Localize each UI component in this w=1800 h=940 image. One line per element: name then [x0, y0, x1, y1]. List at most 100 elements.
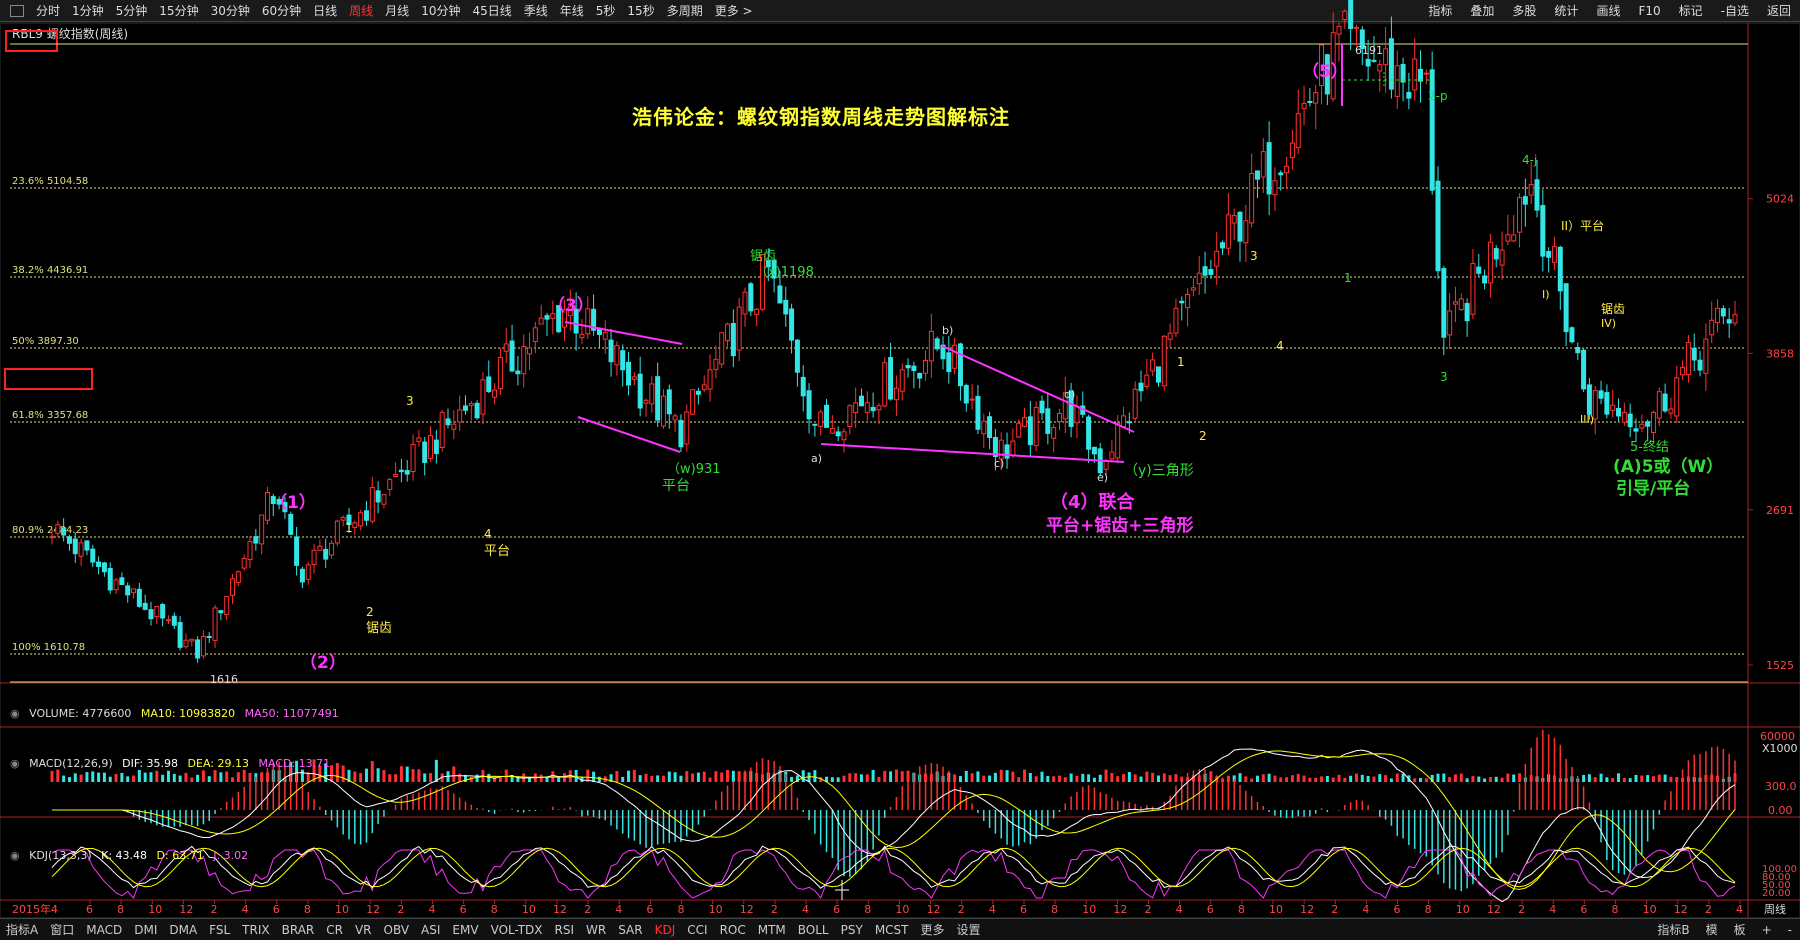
volume-bar [73, 773, 77, 782]
indicator-tab-0[interactable]: 指标A [0, 919, 44, 940]
volume-label: VOLUME: 4776600 [29, 707, 132, 720]
candle-body [259, 514, 265, 545]
candle-body [719, 332, 725, 365]
indicator-tab-5[interactable]: FSL [203, 919, 236, 940]
indicator-bar-item-1[interactable]: 模 [1698, 919, 1726, 940]
indicator-tab-7[interactable]: BRAR [276, 919, 321, 940]
candle-body [305, 564, 311, 580]
indicator-bar-item-4[interactable]: - [1780, 919, 1800, 940]
indicator-tab-9[interactable]: VR [349, 919, 378, 940]
collapse-icon[interactable]: ◉ [10, 757, 20, 770]
time-label-53: 4 [1736, 903, 1743, 916]
candle-body [1650, 411, 1656, 434]
indicator-tab-2[interactable]: MACD [80, 919, 128, 940]
volume-bar [1238, 773, 1242, 782]
candle-body [917, 372, 923, 379]
time-label-49: 8 [1611, 903, 1618, 916]
candle-body [1423, 72, 1429, 75]
candle-body [1086, 416, 1092, 450]
indicator-tab-6[interactable]: TRIX [236, 919, 275, 940]
volume-bar [1459, 773, 1463, 782]
indicator-tab-10[interactable]: OBV [378, 919, 416, 940]
time-label-25: 8 [864, 903, 871, 916]
candle-body [1476, 266, 1482, 274]
time-label-23: 4 [802, 903, 809, 916]
candle-body [1400, 63, 1406, 83]
volume-bar [1320, 776, 1324, 782]
candle-body [1231, 215, 1237, 224]
candle-body [1557, 246, 1563, 292]
time-label-32: 10 [1082, 903, 1096, 916]
volume-bar [1401, 773, 1405, 782]
time-label-10: 2 [397, 903, 404, 916]
candle-body [794, 339, 800, 373]
volume-bar [1075, 775, 1079, 782]
candle-body [742, 291, 748, 315]
volume-bar [650, 775, 654, 782]
volume-bar [644, 773, 648, 782]
indicator-tab-4[interactable]: DMA [163, 919, 203, 940]
collapse-icon[interactable]: ◉ [10, 707, 20, 720]
indicator-tab-3[interactable]: DMI [128, 919, 163, 940]
kdj-d: D: 63.71 [156, 849, 204, 862]
volume-bar [1617, 773, 1621, 782]
volume-bar [1285, 777, 1289, 782]
candle-body [1051, 427, 1057, 439]
indicator-bar-item-0[interactable]: 指标B [1649, 919, 1697, 940]
volume-bar [691, 773, 695, 782]
indicator-tab-17[interactable]: KDJ [649, 919, 682, 940]
annotation-w931: （w)931 [667, 462, 721, 477]
indicator-bar-item-3[interactable]: + [1754, 919, 1780, 940]
candle-body [1342, 10, 1348, 21]
indicator-tab-1[interactable]: 窗口 [44, 919, 80, 940]
indicator-tab-20[interactable]: MTM [752, 919, 792, 940]
candle-body [521, 346, 527, 375]
annotation-s3: 3 [406, 394, 414, 408]
indicator-tab-24[interactable]: 更多 [915, 919, 951, 940]
candle-body [730, 323, 736, 357]
time-label-39: 12 [1300, 903, 1314, 916]
indicator-tab-18[interactable]: CCI [681, 919, 713, 940]
indicator-tab-13[interactable]: VOL-TDX [485, 919, 549, 940]
volume-bar [1296, 773, 1300, 782]
volume-bar [1104, 769, 1108, 782]
annotation-s1: 1 [345, 521, 353, 535]
indicator-tab-12[interactable]: EMV [446, 919, 484, 940]
candle-body [1616, 407, 1622, 417]
collapse-icon[interactable]: ◉ [10, 849, 20, 862]
candle-body [61, 527, 67, 536]
volume-bar [1110, 772, 1114, 782]
volume-bar [883, 770, 887, 782]
candle-body [1173, 307, 1179, 334]
annotation-h4j: 4-j [1522, 153, 1537, 167]
candle-body [1464, 302, 1470, 322]
candle-body [131, 588, 137, 594]
candle-body [1586, 384, 1592, 415]
volume-bar [1378, 774, 1382, 782]
indicator-bar-item-2[interactable]: 板 [1726, 919, 1754, 940]
volume-bar [452, 766, 456, 782]
indicator-tab-15[interactable]: WR [580, 919, 612, 940]
time-label-22: 2 [771, 903, 778, 916]
candle-body [1313, 92, 1319, 104]
candle-body [789, 308, 795, 341]
indicator-tab-25[interactable]: 设置 [951, 919, 987, 940]
indicator-tab-16[interactable]: SAR [612, 919, 648, 940]
indicator-tab-8[interactable]: CR [320, 919, 349, 940]
volume-bar [225, 771, 229, 782]
volume-bar [1081, 773, 1085, 782]
candle-body [1598, 390, 1604, 399]
volume-bar [1395, 773, 1399, 782]
time-label-14: 10 [522, 903, 536, 916]
volume-bar [248, 772, 252, 782]
indicator-tab-14[interactable]: RSI [549, 919, 581, 940]
volume-bar [1389, 778, 1393, 782]
candle-body [1569, 327, 1575, 343]
indicator-tab-11[interactable]: ASI [415, 919, 446, 940]
indicator-tab-21[interactable]: BOLL [792, 919, 835, 940]
indicator-tab-22[interactable]: PSY [835, 919, 869, 940]
indicator-bar: 指标A 窗口 MACD DMI DMA FSL TRIX BRAR CR VR OBV ASI EMV V… [0, 918, 1800, 940]
annotation-w931b: 平台 [662, 478, 690, 494]
indicator-tab-19[interactable]: ROC [714, 919, 752, 940]
indicator-tab-23[interactable]: MCST [869, 919, 915, 940]
